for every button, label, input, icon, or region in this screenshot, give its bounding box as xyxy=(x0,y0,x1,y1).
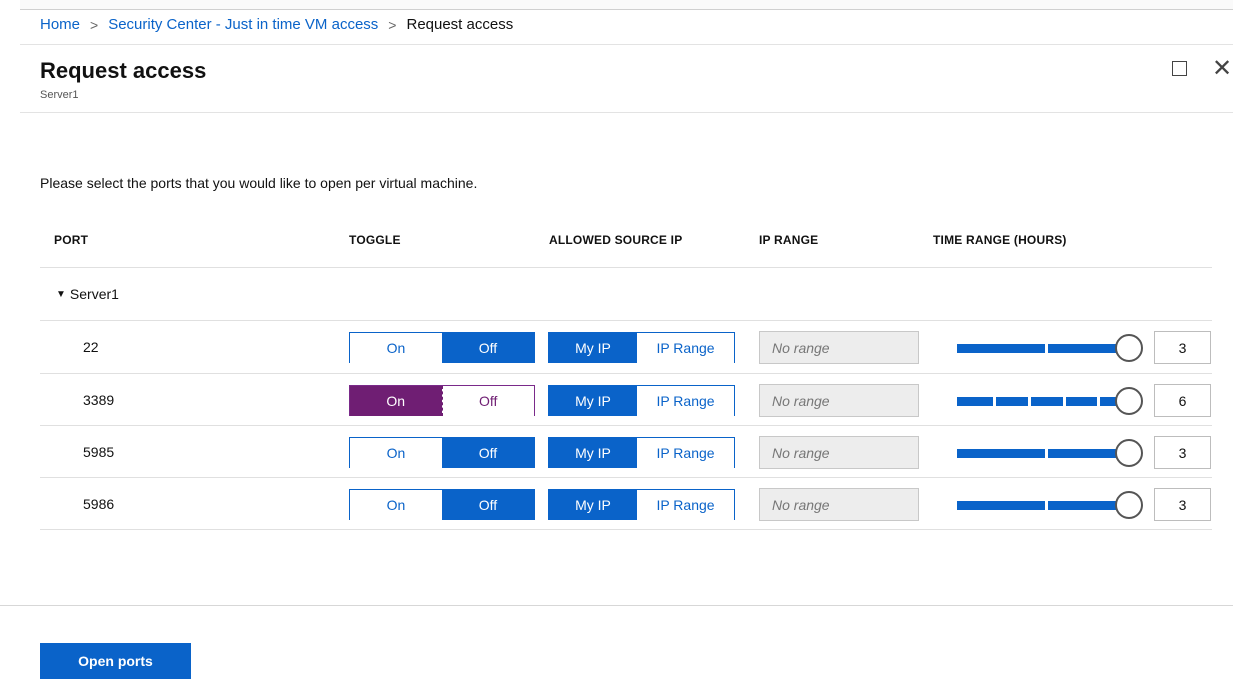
source-ip-selector[interactable]: My IP IP Range xyxy=(548,437,735,468)
toggle-off-option[interactable]: Off xyxy=(442,333,534,363)
column-header-time-range: TIME RANGE (HOURS) xyxy=(933,233,1067,247)
source-ip-range-option[interactable]: IP Range xyxy=(637,333,734,363)
source-my-ip-option[interactable]: My IP xyxy=(549,333,637,363)
slider-thumb[interactable] xyxy=(1115,334,1143,362)
slider-thumb[interactable] xyxy=(1115,439,1143,467)
breadcrumb-separator: > xyxy=(388,16,397,33)
hours-input[interactable]: 3 xyxy=(1154,331,1211,364)
hours-input[interactable]: 3 xyxy=(1154,488,1211,521)
hours-input[interactable]: 3 xyxy=(1154,436,1211,469)
ip-range-field[interactable]: No range xyxy=(759,384,919,417)
source-ip-selector[interactable]: My IP IP Range xyxy=(548,489,735,520)
slider-step-marker xyxy=(1045,344,1048,353)
toggle-off-option[interactable]: Off xyxy=(442,438,534,468)
source-my-ip-option[interactable]: My IP xyxy=(549,386,637,416)
port-toggle[interactable]: On Off xyxy=(349,385,535,416)
toggle-off-option[interactable]: Off xyxy=(442,490,534,520)
time-range-slider[interactable] xyxy=(957,334,1143,362)
table-row-port-5985: 5985 On Off My IP IP Range No range 3 xyxy=(40,426,1212,478)
slider-step-marker xyxy=(1097,397,1100,406)
close-icon[interactable]: ✕ xyxy=(1212,54,1232,82)
slider-step-marker xyxy=(1028,397,1031,406)
slider-thumb[interactable] xyxy=(1115,387,1143,415)
port-number: 3389 xyxy=(83,392,115,408)
slider-thumb[interactable] xyxy=(1115,491,1143,519)
breadcrumb-separator: > xyxy=(90,16,99,33)
source-ip-range-option[interactable]: IP Range xyxy=(637,386,734,416)
page-subtitle: Server1 xyxy=(40,89,79,101)
breadcrumb-home-link[interactable]: Home xyxy=(40,16,80,33)
toggle-on-option[interactable]: On xyxy=(350,333,442,363)
maximize-icon[interactable] xyxy=(1172,61,1187,76)
time-range-slider[interactable] xyxy=(957,491,1143,519)
breadcrumb-security-center-link[interactable]: Security Center - Just in time VM access xyxy=(108,16,378,33)
source-my-ip-option[interactable]: My IP xyxy=(549,490,637,520)
port-number: 5986 xyxy=(83,496,115,512)
slider-step-marker xyxy=(993,397,996,406)
slider-step-marker xyxy=(1045,501,1048,510)
slider-step-marker xyxy=(1045,449,1048,458)
column-header-toggle: TOGGLE xyxy=(349,233,401,247)
time-range-slider[interactable] xyxy=(957,439,1143,467)
instructions-text: Please select the ports that you would l… xyxy=(40,175,478,191)
header-divider xyxy=(20,112,1233,113)
port-toggle[interactable]: On Off xyxy=(349,437,535,468)
source-my-ip-option[interactable]: My IP xyxy=(549,438,637,468)
port-number: 22 xyxy=(83,339,99,355)
table-row-port-3389: 3389 On Off My IP IP Range No range 6 xyxy=(40,374,1212,426)
column-header-ip-range: IP RANGE xyxy=(759,233,819,247)
hours-input[interactable]: 6 xyxy=(1154,384,1211,417)
column-header-allowed-source-ip: ALLOWED SOURCE IP xyxy=(549,233,683,247)
table-row-port-5986: 5986 On Off My IP IP Range No range 3 xyxy=(40,478,1212,530)
row-divider xyxy=(40,529,1212,530)
page-title: Request access xyxy=(40,58,207,83)
table-row-port-22: 22 On Off My IP IP Range No range 3 xyxy=(40,321,1212,373)
slider-track xyxy=(957,344,1123,353)
breadcrumb: Home > Security Center - Just in time VM… xyxy=(40,16,513,33)
breadcrumb-divider xyxy=(20,44,1233,45)
window-frame-top xyxy=(20,0,1233,10)
breadcrumb-current: Request access xyxy=(406,16,514,33)
footer-divider xyxy=(0,605,1233,606)
group-label: Server1 xyxy=(69,286,119,302)
caret-down-icon: ▼ xyxy=(56,288,66,300)
time-range-slider[interactable] xyxy=(957,387,1143,415)
ip-range-field[interactable]: No range xyxy=(759,488,919,521)
port-toggle[interactable]: On Off xyxy=(349,489,535,520)
table-header-divider xyxy=(40,267,1212,268)
source-ip-range-option[interactable]: IP Range xyxy=(637,490,734,520)
toggle-on-option[interactable]: On xyxy=(350,438,442,468)
group-server1[interactable]: ▼ Server1 xyxy=(56,286,119,302)
toggle-on-option[interactable]: On xyxy=(350,386,442,416)
ip-range-field[interactable]: No range xyxy=(759,436,919,469)
slider-track xyxy=(957,449,1123,458)
ip-range-field[interactable]: No range xyxy=(759,331,919,364)
source-ip-selector[interactable]: My IP IP Range xyxy=(548,385,735,416)
slider-track xyxy=(957,501,1123,510)
slider-step-marker xyxy=(1063,397,1066,406)
port-toggle[interactable]: On Off xyxy=(349,332,535,363)
toggle-off-option[interactable]: Off xyxy=(441,386,534,416)
source-ip-range-option[interactable]: IP Range xyxy=(637,438,734,468)
toggle-on-option[interactable]: On xyxy=(350,490,442,520)
column-header-port: PORT xyxy=(54,233,89,247)
source-ip-selector[interactable]: My IP IP Range xyxy=(548,332,735,363)
port-number: 5985 xyxy=(83,444,115,460)
open-ports-button[interactable]: Open ports xyxy=(40,643,191,679)
